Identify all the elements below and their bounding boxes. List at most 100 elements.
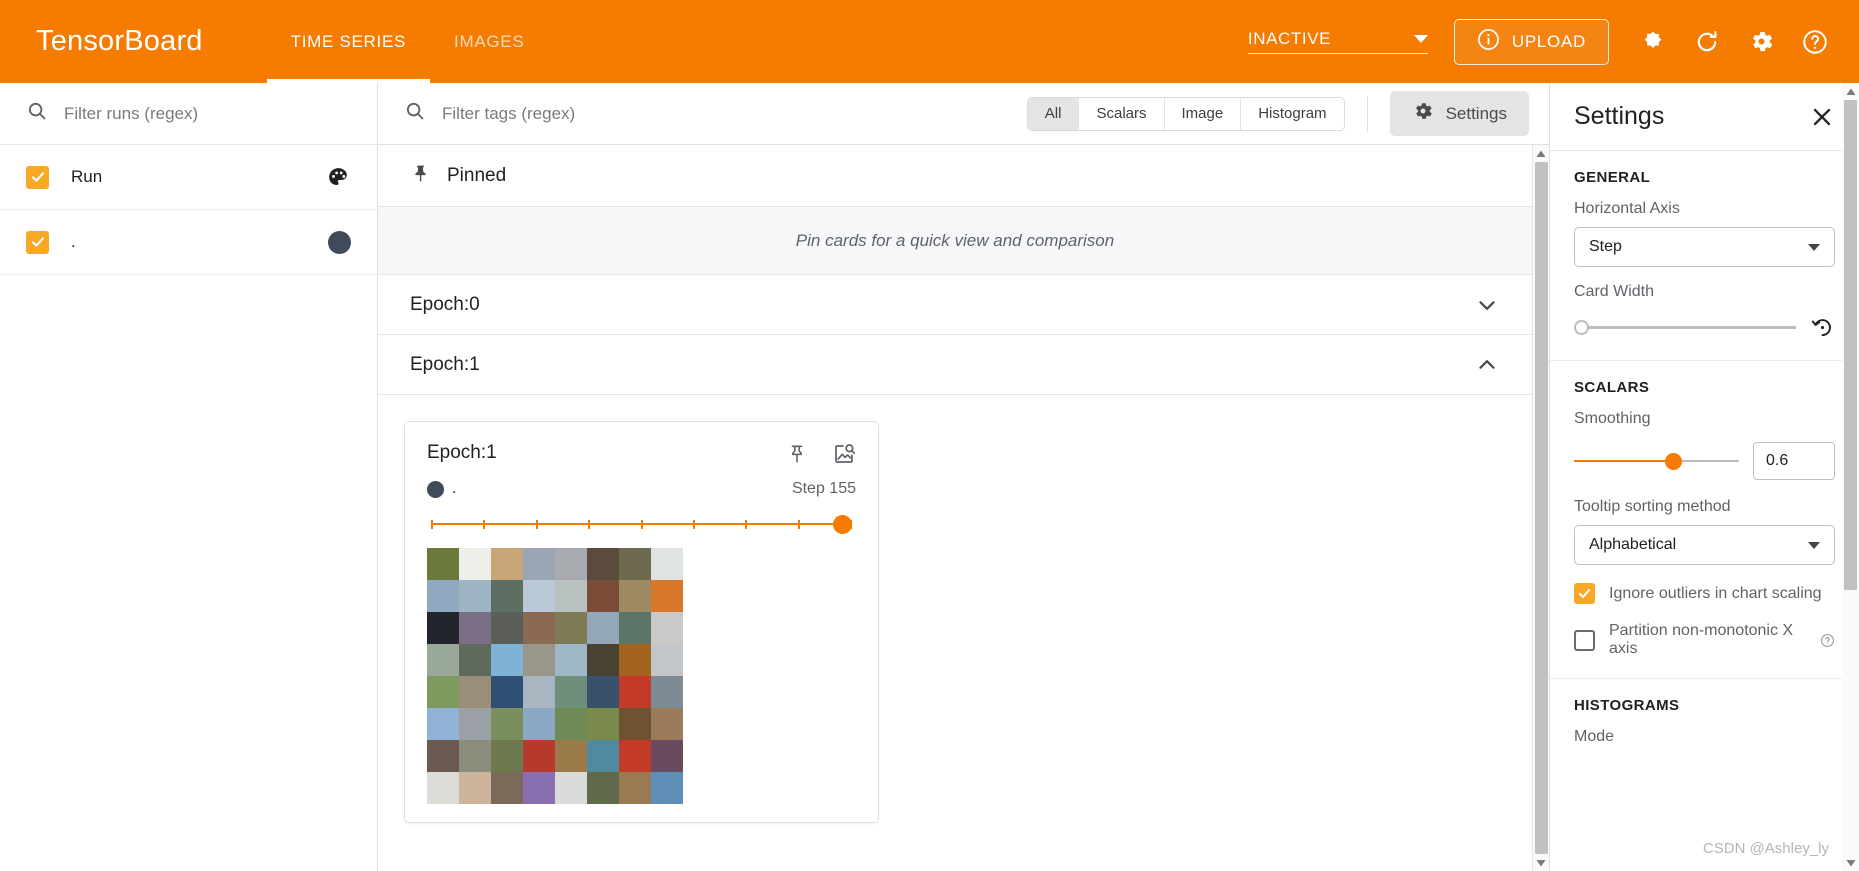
image-grid-cell	[459, 548, 491, 580]
image-grid-cell	[619, 708, 651, 740]
filter-pill-histogram[interactable]: Histogram	[1241, 97, 1344, 130]
group-header-epoch-1[interactable]: Epoch:1	[378, 335, 1532, 395]
chevron-down-icon	[1808, 243, 1820, 251]
reset-icon[interactable]	[1810, 315, 1835, 340]
step-slider-ticks	[431, 519, 852, 529]
smoothing-thumb[interactable]	[1665, 452, 1682, 470]
step-slider-row	[427, 514, 856, 534]
settings-button[interactable]: Settings	[1389, 91, 1529, 136]
refresh-icon[interactable]	[1683, 18, 1731, 66]
ignore-outliers-label: Ignore outliers in chart scaling	[1609, 584, 1822, 602]
tooltip-sort-select[interactable]: Alphabetical	[1574, 525, 1835, 565]
horizontal-axis-value: Step	[1589, 238, 1622, 255]
card-width-row	[1574, 315, 1835, 340]
gear-icon[interactable]	[1737, 18, 1785, 66]
help-icon[interactable]	[1820, 633, 1835, 648]
image-grid-cell	[651, 580, 683, 612]
horizontal-axis-select[interactable]: Step	[1574, 227, 1835, 267]
card-width-track	[1574, 326, 1796, 329]
tab-time-series-label: TIME SERIES	[290, 31, 407, 51]
scroll-up-arrow[interactable]	[1536, 145, 1546, 162]
group-title-epoch-1: Epoch:1	[410, 353, 480, 375]
pin-icon	[410, 163, 431, 189]
pin-icon[interactable]	[786, 443, 808, 465]
search-icon	[26, 100, 48, 127]
image-preview-grid[interactable]	[427, 548, 683, 804]
toolbar-divider	[1366, 95, 1368, 132]
smoothing-input[interactable]: 0.6	[1753, 442, 1835, 480]
ignore-outliers-row[interactable]: Ignore outliers in chart scaling	[1574, 583, 1835, 604]
select-all-runs-checkbox[interactable]	[26, 165, 49, 189]
ignore-outliers-checkbox[interactable]	[1574, 583, 1595, 604]
image-grid-cell	[523, 548, 555, 580]
cards-scroll-wrapper: Pinned Pin cards for a quick view and co…	[378, 145, 1549, 871]
image-grid-cell	[587, 580, 619, 612]
run-row[interactable]: .	[0, 210, 377, 275]
horizontal-axis-label: Horizontal Axis	[1574, 200, 1680, 217]
tab-images-label: IMAGES	[454, 31, 525, 51]
settings-panel: Settings GENERAL Horizontal Axis Step Ca…	[1549, 83, 1859, 871]
image-grid-cell	[459, 740, 491, 772]
filter-pill-image[interactable]: Image	[1164, 97, 1242, 130]
partition-x-axis-label: Partition non-monotonic X axis	[1609, 622, 1794, 657]
image-grid-cell	[459, 676, 491, 708]
image-grid-cell	[491, 580, 523, 612]
plugin-filter-group: All Scalars Image Histogram	[1026, 96, 1345, 131]
image-grid-cell	[459, 772, 491, 804]
scroll-down-arrow[interactable]	[1536, 854, 1546, 871]
scalars-heading: SCALARS	[1574, 379, 1650, 396]
tab-time-series[interactable]: TIME SERIES	[266, 0, 431, 83]
chevron-down-icon	[1413, 35, 1428, 43]
card-width-slider[interactable]	[1574, 318, 1796, 338]
step-slider[interactable]	[431, 514, 852, 534]
image-grid-cell	[523, 740, 555, 772]
image-grid-cell	[523, 676, 555, 708]
top-app-bar: TensorBoard TIME SERIES IMAGES INACTIVE …	[0, 0, 1859, 83]
upload-button[interactable]: UPLOAD	[1453, 18, 1609, 65]
search-icon	[404, 100, 426, 127]
cards-container: Pinned Pin cards for a quick view and co…	[378, 145, 1532, 871]
pinned-empty-state: Pin cards for a quick view and compariso…	[378, 207, 1532, 275]
tooltip-sort-value: Alphabetical	[1589, 536, 1677, 553]
run-filter-row[interactable]: Filter runs (regex)	[0, 83, 377, 145]
smoothing-row: 0.6	[1574, 442, 1835, 480]
run-status-selector[interactable]: INACTIVE	[1247, 29, 1428, 54]
run-checkbox[interactable]	[26, 230, 49, 254]
main-content: Filter tags (regex) All Scalars Image Hi…	[378, 83, 1549, 871]
image-grid-cell	[523, 580, 555, 612]
partition-x-axis-row[interactable]: Partition non-monotonic X axis	[1574, 622, 1835, 658]
pinned-title: Pinned	[447, 164, 507, 186]
general-heading: GENERAL	[1574, 169, 1651, 186]
brightness-icon[interactable]	[1629, 18, 1677, 66]
image-grid-cell	[619, 612, 651, 644]
settings-panel-header: Settings	[1550, 83, 1859, 151]
smoothing-slider[interactable]	[1574, 451, 1739, 471]
image-grid-cell	[491, 772, 523, 804]
image-grid-cell	[651, 548, 683, 580]
chevron-down-icon	[1474, 292, 1500, 318]
filter-pill-all[interactable]: All	[1027, 97, 1080, 130]
tab-images[interactable]: IMAGES	[430, 0, 548, 83]
gear-icon	[1412, 100, 1434, 127]
main-scrollbar-thumb[interactable]	[1534, 162, 1548, 854]
image-grid-cell	[619, 772, 651, 804]
image-grid-cell	[555, 772, 587, 804]
group-header-epoch-0[interactable]: Epoch:0	[378, 275, 1532, 335]
help-icon[interactable]	[1791, 18, 1839, 66]
color-palette-icon[interactable]	[326, 165, 351, 190]
settings-scroll-down-arrow[interactable]	[1846, 854, 1856, 871]
step-slider-thumb[interactable]	[833, 514, 852, 534]
settings-scroll-up-arrow[interactable]	[1846, 83, 1856, 100]
settings-scrollbar-thumb[interactable]	[1844, 100, 1857, 590]
pinned-section-header[interactable]: Pinned	[378, 145, 1532, 207]
filter-pill-scalars[interactable]: Scalars	[1079, 97, 1165, 130]
image-zoom-icon[interactable]	[832, 442, 856, 466]
settings-scrollbar[interactable]	[1842, 83, 1859, 871]
card-width-thumb[interactable]	[1574, 320, 1589, 335]
group-title-epoch-0: Epoch:0	[410, 293, 480, 315]
run-color-swatch[interactable]	[328, 230, 351, 254]
partition-x-axis-checkbox[interactable]	[1574, 629, 1595, 651]
image-grid-cell	[491, 548, 523, 580]
close-icon[interactable]	[1809, 104, 1835, 130]
main-scrollbar[interactable]	[1532, 145, 1549, 871]
